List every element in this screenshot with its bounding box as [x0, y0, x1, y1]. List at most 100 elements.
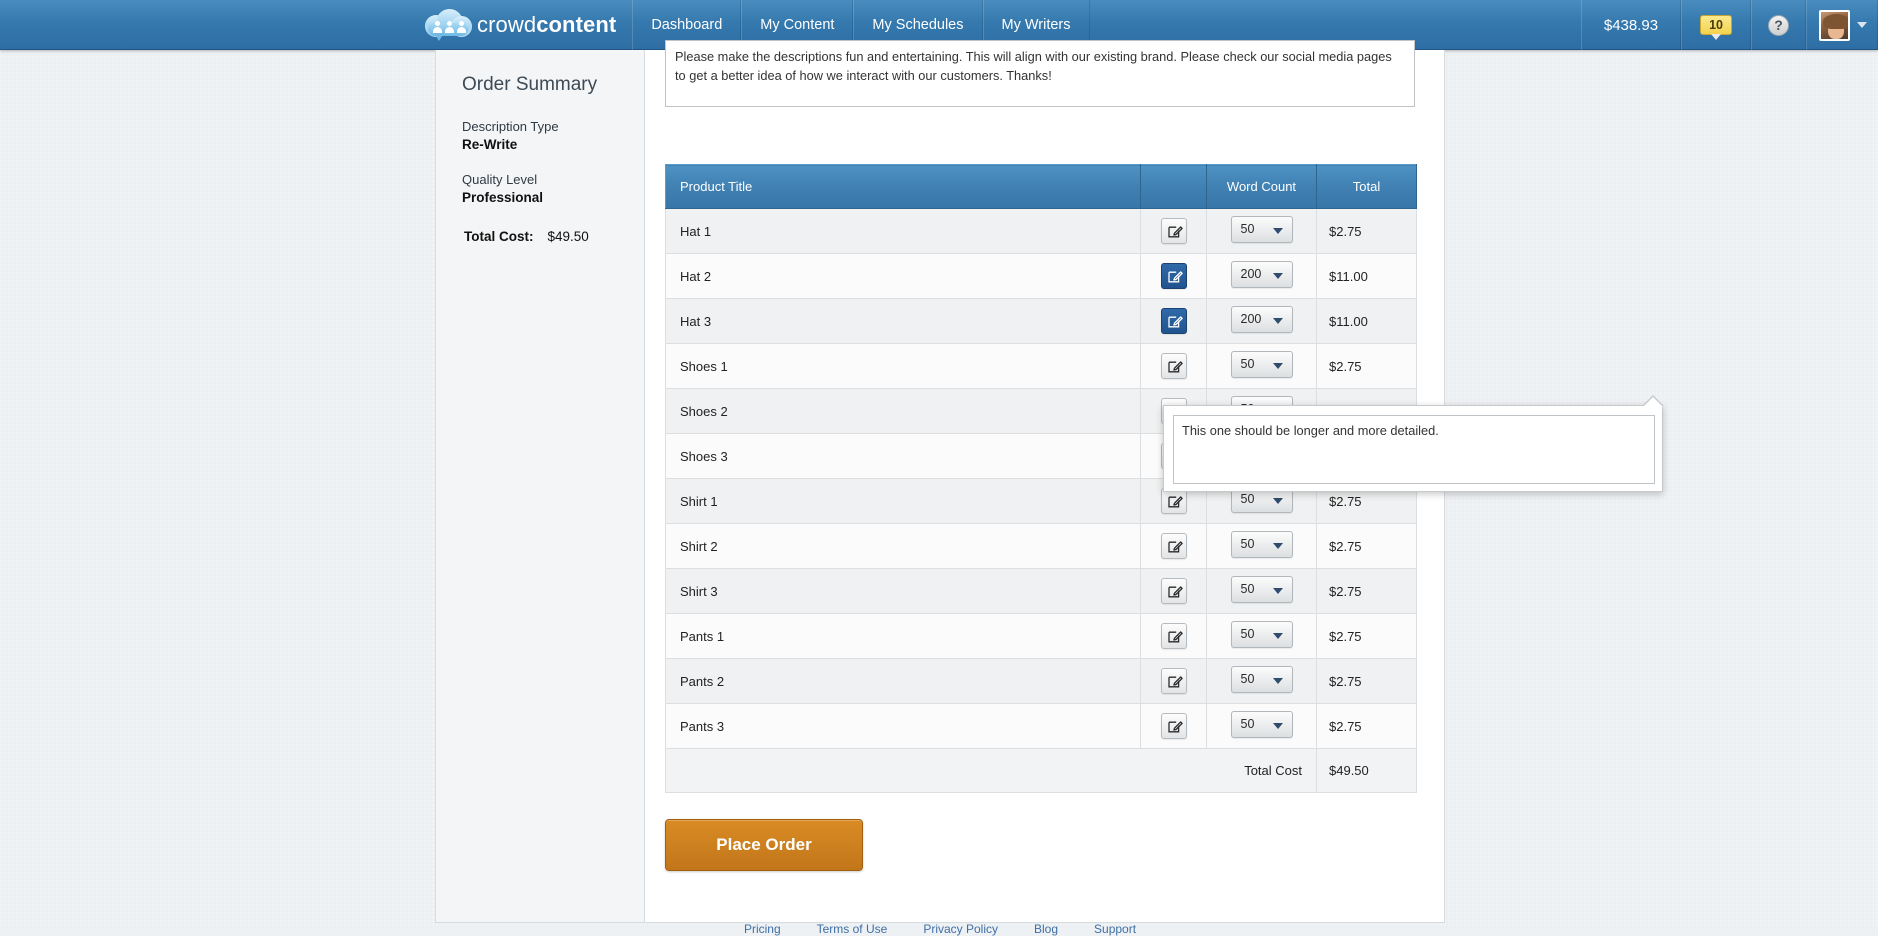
- word-count-select[interactable]: 50: [1231, 666, 1293, 693]
- cell-edit: [1141, 254, 1207, 299]
- table-row: Hat 2200$11.00: [666, 254, 1417, 299]
- nav-right-group: $438.93 10 ?: [1581, 0, 1878, 50]
- word-count-value: 50: [1241, 717, 1255, 731]
- notification-badge: 10: [1700, 15, 1732, 35]
- chevron-down-icon: [1273, 543, 1283, 549]
- avatar: [1819, 10, 1850, 41]
- edit-instructions-button[interactable]: [1161, 308, 1187, 334]
- edit-instructions-button[interactable]: [1161, 668, 1187, 694]
- word-count-select[interactable]: 200: [1231, 261, 1293, 288]
- word-count-value: 50: [1241, 672, 1255, 686]
- description-type-value: Re-Write: [462, 136, 618, 154]
- word-count-select[interactable]: 50: [1231, 711, 1293, 738]
- table-row: Pants 250$2.75: [666, 659, 1417, 704]
- column-header-total: Total: [1317, 165, 1417, 209]
- question-mark-icon: ?: [1768, 15, 1789, 36]
- word-count-select[interactable]: 50: [1231, 531, 1293, 558]
- cell-product-title: Shoes 2: [666, 389, 1141, 434]
- chevron-down-icon: [1273, 318, 1283, 324]
- word-count-select[interactable]: 50: [1231, 216, 1293, 243]
- word-count-value: 50: [1241, 627, 1255, 641]
- word-count-value: 50: [1241, 492, 1255, 506]
- cell-word-count: 50: [1207, 344, 1317, 389]
- crowd-content-logo[interactable]: crowdcontent: [425, 0, 632, 50]
- cell-total: $2.75: [1317, 524, 1417, 569]
- order-summary-panel: Order Summary Description Type Re-Write …: [435, 50, 645, 923]
- column-header-word-count: Word Count: [1207, 165, 1317, 209]
- edit-instructions-button[interactable]: [1161, 263, 1187, 289]
- word-count-value: 50: [1241, 357, 1255, 371]
- cell-edit: [1141, 344, 1207, 389]
- cell-product-title: Shirt 3: [666, 569, 1141, 614]
- item-instructions-textarea[interactable]: [1173, 415, 1655, 484]
- footer-link-blog[interactable]: Blog: [1034, 922, 1058, 936]
- cell-word-count: 200: [1207, 299, 1317, 344]
- cell-word-count: 50: [1207, 524, 1317, 569]
- word-count-select[interactable]: 50: [1231, 621, 1293, 648]
- table-body: Hat 150$2.75Hat 2200$11.00Hat 3200$11.00…: [666, 209, 1417, 793]
- place-order-button[interactable]: Place Order: [665, 819, 863, 871]
- cell-product-title: Shoes 3: [666, 434, 1141, 479]
- edit-pencil-icon: [1167, 494, 1183, 510]
- edit-instructions-button[interactable]: [1161, 623, 1187, 649]
- footer-link-support[interactable]: Support: [1094, 922, 1136, 936]
- site-footer: Pricing Terms of Use Privacy Policy Blog Sup…: [435, 922, 1445, 936]
- logo-wordmark: crowdcontent: [477, 12, 616, 38]
- table-total-row: Total Cost$49.50: [666, 749, 1417, 793]
- edit-pencil-icon: [1167, 629, 1183, 645]
- word-count-value: 200: [1241, 312, 1262, 326]
- table-header-row: Product Title Word Count Total: [666, 165, 1417, 209]
- chevron-down-icon: [1273, 633, 1283, 639]
- edit-instructions-button[interactable]: [1161, 353, 1187, 379]
- cell-total: $2.75: [1317, 209, 1417, 254]
- account-balance[interactable]: $438.93: [1581, 0, 1681, 50]
- cell-product-title: Pants 3: [666, 704, 1141, 749]
- edit-pencil-icon: [1167, 224, 1183, 240]
- cell-word-count: 50: [1207, 659, 1317, 704]
- cell-word-count: 50: [1207, 569, 1317, 614]
- order-instructions-textarea[interactable]: [665, 40, 1415, 107]
- cell-edit: [1141, 299, 1207, 344]
- cell-edit: [1141, 524, 1207, 569]
- cell-word-count: 50: [1207, 704, 1317, 749]
- edit-pencil-icon: [1167, 269, 1183, 285]
- word-count-select[interactable]: 50: [1231, 576, 1293, 603]
- footer-link-terms-of-use[interactable]: Terms of Use: [817, 922, 888, 936]
- cell-total: $2.75: [1317, 344, 1417, 389]
- logo-text-bold: content: [536, 12, 616, 37]
- grand-total-label: Total Cost: [666, 749, 1317, 793]
- word-count-value: 50: [1241, 222, 1255, 236]
- cell-product-title: Hat 2: [666, 254, 1141, 299]
- edit-instructions-button[interactable]: [1161, 578, 1187, 604]
- chevron-down-icon: [1273, 723, 1283, 729]
- cell-word-count: 50: [1207, 614, 1317, 659]
- table-row: Shirt 250$2.75: [666, 524, 1417, 569]
- word-count-select[interactable]: 50: [1231, 351, 1293, 378]
- popup-arrow-inner: [1643, 397, 1663, 407]
- word-count-select[interactable]: 200: [1231, 306, 1293, 333]
- table-row: Pants 150$2.75: [666, 614, 1417, 659]
- word-count-value: 200: [1241, 267, 1262, 281]
- summary-total-cost: Total Cost:$49.50: [462, 229, 618, 244]
- edit-pencil-icon: [1167, 584, 1183, 600]
- instructions-section: [645, 50, 1444, 112]
- edit-instructions-button[interactable]: [1161, 713, 1187, 739]
- edit-pencil-icon: [1167, 359, 1183, 375]
- edit-instructions-button[interactable]: [1161, 533, 1187, 559]
- table-header: Product Title Word Count Total: [666, 165, 1417, 209]
- cell-edit: [1141, 659, 1207, 704]
- edit-instructions-button[interactable]: [1161, 218, 1187, 244]
- notifications-button[interactable]: 10: [1681, 0, 1751, 50]
- quality-level-value: Professional: [462, 189, 618, 207]
- cell-product-title: Hat 1: [666, 209, 1141, 254]
- table-row: Shirt 350$2.75: [666, 569, 1417, 614]
- help-button[interactable]: ?: [1751, 0, 1806, 50]
- user-menu[interactable]: [1806, 0, 1878, 50]
- word-count-value: 50: [1241, 582, 1255, 596]
- summary-quality-level: Quality Level Professional: [462, 171, 618, 207]
- quality-level-label: Quality Level: [462, 171, 618, 189]
- table-row: Hat 1 50 $2.75: [666, 209, 1417, 254]
- table-row: Shoes 150$2.75: [666, 344, 1417, 389]
- footer-link-privacy-policy[interactable]: Privacy Policy: [923, 922, 998, 936]
- footer-link-pricing[interactable]: Pricing: [744, 922, 781, 936]
